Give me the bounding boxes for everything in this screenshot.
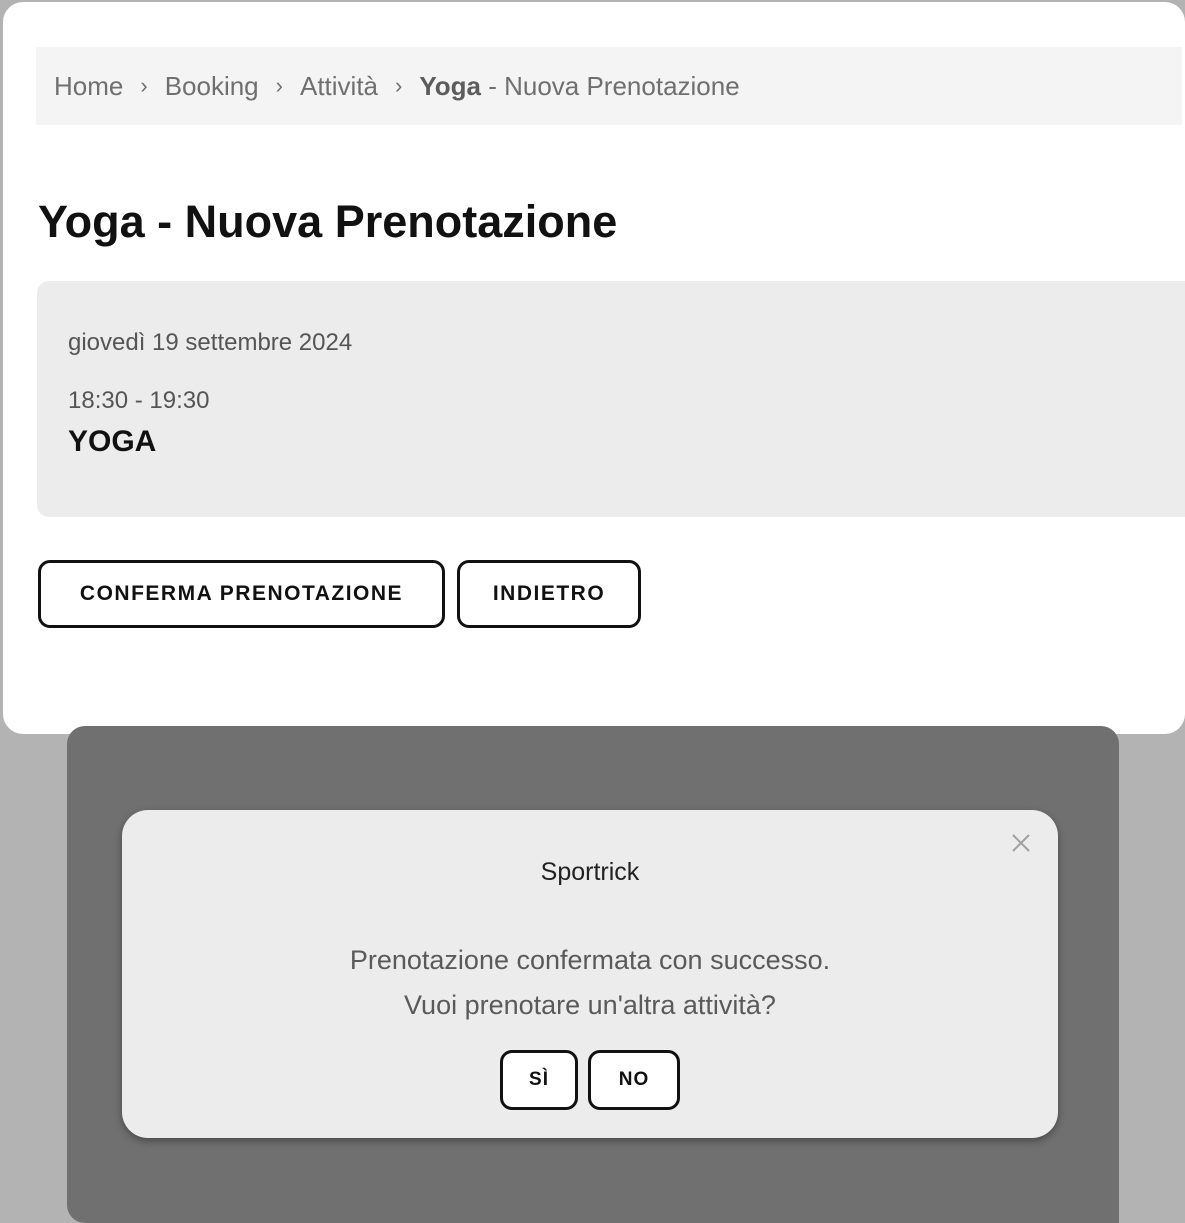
back-button[interactable]: INDIETRO (457, 560, 641, 628)
page-title: Yoga - Nuova Prenotazione (38, 196, 618, 247)
breadcrumb-separator: › (395, 73, 403, 98)
booking-date: giovedì 19 settembre 2024 (68, 329, 353, 356)
breadcrumb-home[interactable]: Home (54, 71, 123, 102)
close-icon[interactable] (1008, 830, 1034, 856)
close-icon-glyph (1012, 834, 1030, 852)
breadcrumb-current: Yoga - Nuova Prenotazione (419, 71, 739, 102)
no-button[interactable]: NO (588, 1050, 680, 1110)
booking-details: giovedì 19 settembre 2024 18:30 - 19:30 … (37, 281, 1185, 517)
breadcrumb: Home › Booking › Attività › Yoga - Nuova… (36, 47, 1182, 125)
breadcrumb-booking[interactable]: Booking (165, 71, 259, 102)
breadcrumb-separator: › (140, 73, 148, 98)
breadcrumb-current-rest: - Nuova Prenotazione (480, 70, 740, 101)
booking-time: 18:30 - 19:30 (68, 387, 210, 414)
confirmation-dialog: Sportrick Prenotazione confermata con su… (122, 810, 1058, 1138)
dialog-message-line: Vuoi prenotare un'altra attività? (404, 990, 776, 1020)
breadcrumb-current-activity: Yoga (419, 70, 481, 101)
dialog-message-line: Prenotazione confermata con successo. (349, 945, 831, 975)
booking-activity: YOGA (68, 425, 157, 458)
dialog-title: Sportrick (540, 858, 640, 886)
breadcrumb-attivita[interactable]: Attività (300, 71, 378, 102)
yes-button[interactable]: SÌ (500, 1050, 578, 1110)
breadcrumb-separator: › (275, 73, 283, 98)
confirm-booking-button[interactable]: CONFERMA PRENOTAZIONE (38, 560, 445, 628)
dialog-message: Prenotazione confermata con successo. Vu… (122, 938, 1058, 1028)
